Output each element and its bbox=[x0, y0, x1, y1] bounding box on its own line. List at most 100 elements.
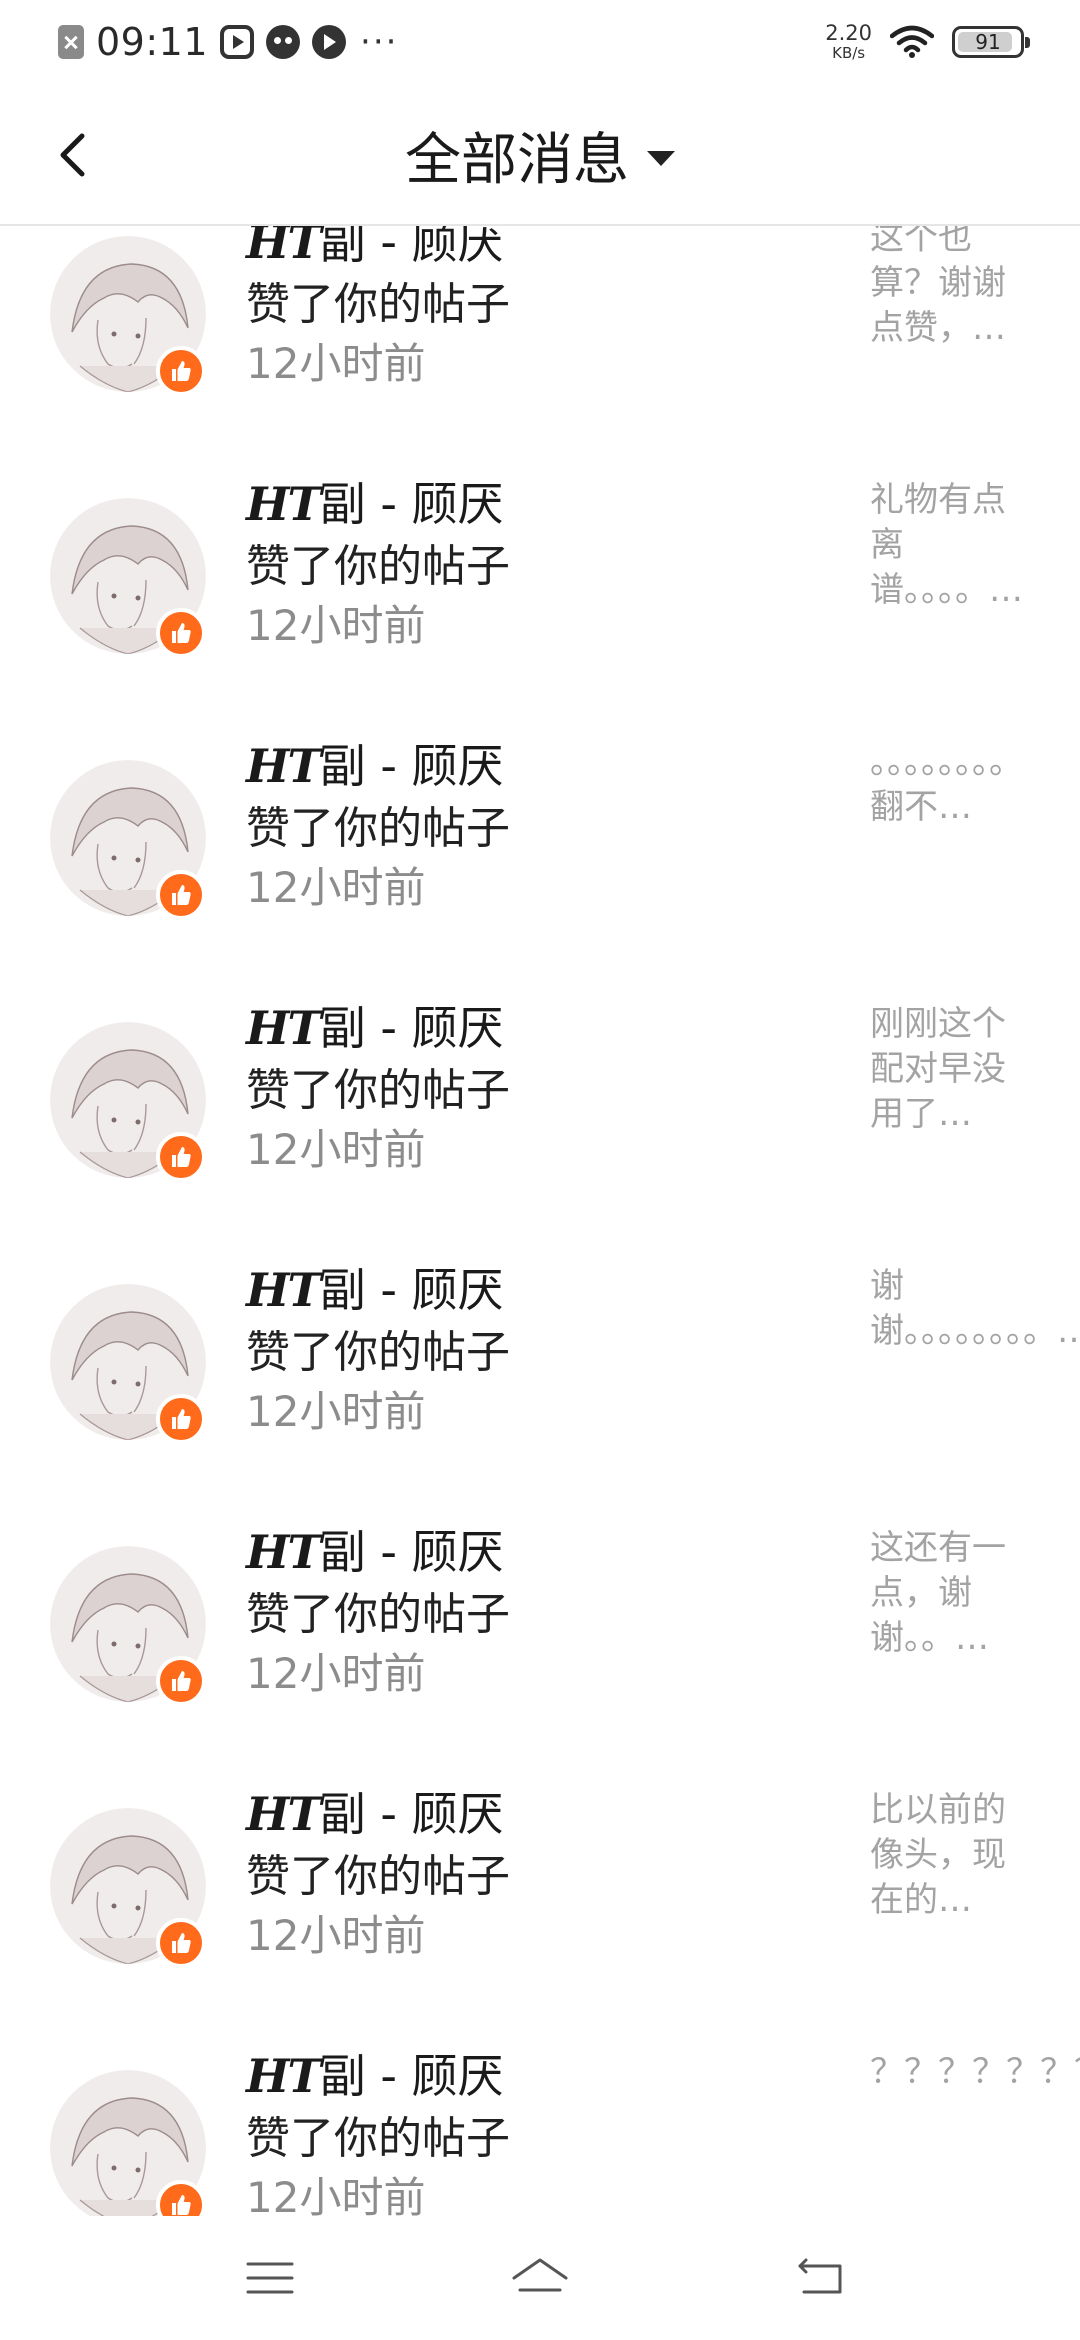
post-preview[interactable]: 谢谢。。。。。。。。… bbox=[870, 1264, 1080, 1354]
list-item[interactable]: HT副 - 顾厌 赞了你的帖子 12小时前 。。。。。。。。翻不… bbox=[0, 739, 1080, 1021]
music-app-icon bbox=[312, 25, 347, 59]
message-action: 赞了你的帖子 bbox=[246, 1327, 510, 1378]
message-time: 12小时前 bbox=[246, 601, 426, 650]
thumbs-up-icon bbox=[172, 1671, 191, 1691]
like-badge bbox=[156, 1132, 206, 1182]
sender-name[interactable]: HT副 - 顾厌 bbox=[246, 992, 504, 1058]
post-preview[interactable]: 这还有一点，谢谢。。… bbox=[870, 1526, 1030, 1661]
network-speed-unit: KB/s bbox=[832, 44, 866, 62]
sender-name[interactable]: HT副 - 顾厌 bbox=[246, 226, 504, 272]
message-time: 12小时前 bbox=[246, 1649, 426, 1698]
sender-name[interactable]: HT副 - 顾厌 bbox=[246, 1254, 504, 1320]
post-preview[interactable]: 。。。。。。。。翻不… bbox=[870, 740, 1030, 830]
sender-name-text: 副 - 顾厌 bbox=[319, 1001, 504, 1055]
like-badge bbox=[156, 1394, 206, 1444]
status-time: 09:11 bbox=[96, 20, 209, 64]
status-bar-right: 2.20 KB/s 91 bbox=[825, 18, 1030, 66]
like-badge bbox=[156, 1656, 206, 1706]
sender-name[interactable]: HT副 - 顾厌 bbox=[246, 1516, 504, 1582]
battery-level: 91 bbox=[975, 30, 1001, 54]
message-action: 赞了你的帖子 bbox=[246, 1851, 510, 1902]
sender-name-prefix: HT bbox=[246, 226, 322, 269]
sender-name-text: 副 - 顾厌 bbox=[319, 1787, 504, 1841]
avatar-wrap bbox=[50, 760, 206, 920]
list-item[interactable]: HT副 - 顾厌 赞了你的帖子 12小时前 这还有一点，谢谢。。… bbox=[0, 1525, 1080, 1807]
list-item[interactable]: HT副 - 顾厌 赞了你的帖子 12小时前 ？？？？？？？？？？… bbox=[0, 2049, 1080, 2216]
notification-blocked-icon bbox=[58, 25, 84, 59]
message-action: 赞了你的帖子 bbox=[246, 1065, 510, 1116]
like-badge bbox=[156, 1918, 206, 1968]
battery-icon: 91 bbox=[952, 26, 1030, 58]
post-preview[interactable]: ？？？？？？？？？？… bbox=[870, 2050, 1080, 2095]
list-item[interactable]: HT副 - 顾厌 赞了你的帖子 12小时前 谢谢。。。。。。。。… bbox=[0, 1263, 1080, 1545]
menu-button[interactable] bbox=[230, 2240, 310, 2316]
system-nav-bar bbox=[0, 2216, 1080, 2340]
return-icon bbox=[798, 2258, 842, 2294]
thumbs-up-icon bbox=[172, 885, 191, 905]
message-action: 赞了你的帖子 bbox=[246, 1589, 510, 1640]
sender-name-text: 副 - 顾厌 bbox=[319, 226, 504, 269]
sender-name[interactable]: HT副 - 顾厌 bbox=[246, 468, 504, 534]
avatar-wrap bbox=[50, 1546, 206, 1706]
home-icon bbox=[512, 2258, 568, 2292]
list-item[interactable]: HT副 - 顾厌 赞了你的帖子 12小时前 这个也算？谢谢点赞，… bbox=[0, 226, 1080, 497]
page-title: 全部消息 bbox=[405, 127, 629, 193]
message-time: 12小时前 bbox=[246, 1125, 426, 1174]
more-notifications-icon: ··· bbox=[360, 22, 399, 62]
sender-name-text: 副 - 顾厌 bbox=[319, 1525, 504, 1579]
sender-name-prefix: HT bbox=[246, 1787, 322, 1841]
message-action: 赞了你的帖子 bbox=[246, 2113, 510, 2164]
avatar-wrap bbox=[50, 1808, 206, 1968]
video-app-icon bbox=[220, 25, 255, 59]
post-preview[interactable]: 礼物有点离谱。。。。… bbox=[870, 478, 1030, 613]
sender-name[interactable]: HT副 - 顾厌 bbox=[246, 2040, 504, 2106]
sender-name-text: 副 - 顾厌 bbox=[319, 477, 504, 531]
message-time: 12小时前 bbox=[246, 1911, 426, 1960]
cat-app-icon bbox=[266, 25, 301, 59]
sender-name-prefix: HT bbox=[246, 1525, 322, 1579]
message-time: 12小时前 bbox=[246, 339, 426, 388]
like-badge bbox=[156, 608, 206, 658]
network-speed-value: 2.20 bbox=[825, 21, 872, 45]
sender-name-prefix: HT bbox=[246, 1001, 322, 1055]
battery-cap bbox=[1025, 37, 1030, 48]
thumbs-up-icon bbox=[172, 623, 191, 643]
message-action: 赞了你的帖子 bbox=[246, 541, 510, 592]
avatar-wrap bbox=[50, 236, 206, 396]
sender-name-prefix: HT bbox=[246, 2049, 322, 2103]
message-time: 12小时前 bbox=[246, 2173, 426, 2216]
list-item[interactable]: HT副 - 顾厌 赞了你的帖子 12小时前 礼物有点离谱。。。。… bbox=[0, 477, 1080, 759]
menu-icon bbox=[246, 2262, 294, 2294]
post-preview[interactable]: 刚刚这个配对早没用了… bbox=[870, 1002, 1030, 1137]
status-bar-left: 09:11 ··· bbox=[58, 18, 398, 66]
home-button[interactable] bbox=[500, 2240, 580, 2316]
sender-name[interactable]: HT副 - 顾厌 bbox=[246, 730, 504, 796]
post-preview[interactable]: 这个也算？谢谢点赞，… bbox=[870, 226, 1030, 351]
sender-name-prefix: HT bbox=[246, 477, 322, 531]
status-bar: 09:11 ··· 2.20 KB/s 91 bbox=[0, 0, 1080, 84]
network-speed: 2.20 KB/s bbox=[825, 23, 872, 61]
avatar-wrap bbox=[50, 498, 206, 658]
header: 全部消息 bbox=[0, 84, 1080, 226]
message-time: 12小时前 bbox=[246, 863, 426, 912]
return-button[interactable] bbox=[780, 2240, 860, 2316]
like-badge bbox=[156, 870, 206, 920]
message-filter-dropdown[interactable]: 全部消息 bbox=[0, 120, 1080, 193]
like-badge bbox=[156, 346, 206, 396]
wifi-icon bbox=[890, 25, 934, 58]
avatar-wrap bbox=[50, 1022, 206, 1182]
like-badge bbox=[156, 2180, 206, 2216]
list-item[interactable]: HT副 - 顾厌 赞了你的帖子 12小时前 刚刚这个配对早没用了… bbox=[0, 1001, 1080, 1283]
list-item[interactable]: HT副 - 顾厌 赞了你的帖子 12小时前 比以前的像头，现在的… bbox=[0, 1787, 1080, 2069]
sender-name[interactable]: HT副 - 顾厌 bbox=[246, 1778, 504, 1844]
post-preview[interactable]: 比以前的像头，现在的… bbox=[870, 1788, 1030, 1923]
thumbs-up-icon bbox=[172, 1933, 191, 1953]
thumbs-up-icon bbox=[172, 1409, 191, 1429]
sender-name-prefix: HT bbox=[246, 1263, 322, 1317]
message-list[interactable]: HT副 - 顾厌 赞了你的帖子 12小时前 这个也算？谢谢点赞，… HT副 - … bbox=[0, 226, 1080, 2216]
thumbs-up-icon bbox=[172, 361, 191, 381]
sender-name-text: 副 - 顾厌 bbox=[319, 1263, 504, 1317]
sender-name-text: 副 - 顾厌 bbox=[319, 2049, 504, 2103]
caret-down-icon bbox=[647, 150, 675, 166]
sender-name-prefix: HT bbox=[246, 739, 322, 793]
